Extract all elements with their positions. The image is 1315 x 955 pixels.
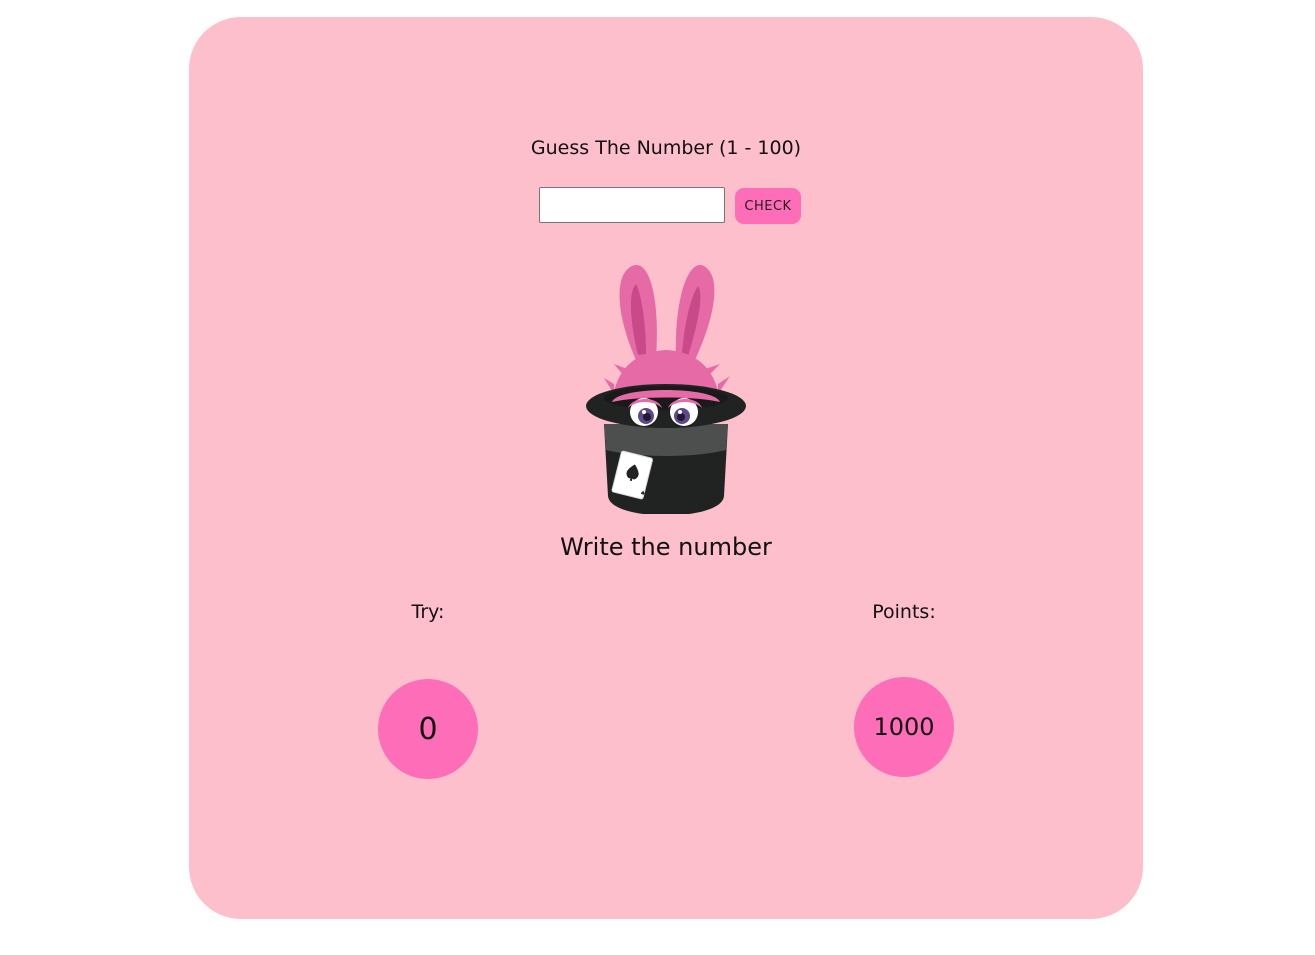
check-button[interactable]: CHECK xyxy=(735,188,801,224)
rabbit-ears xyxy=(619,265,715,362)
try-label: Try: xyxy=(411,601,445,623)
rabbit-hat-illustration: ♠ xyxy=(586,265,746,514)
points-counter: 1000 xyxy=(854,677,954,777)
game-card: Guess The Number (1 - 100) CHECK ♠ Write… xyxy=(189,17,1143,919)
game-title: Guess The Number (1 - 100) xyxy=(530,137,802,159)
try-counter: 0 xyxy=(378,679,478,779)
top-hat: ♠ xyxy=(586,384,746,514)
status-message: Write the number xyxy=(560,533,772,561)
points-label: Points: xyxy=(872,601,936,623)
guess-input[interactable] xyxy=(539,187,725,223)
